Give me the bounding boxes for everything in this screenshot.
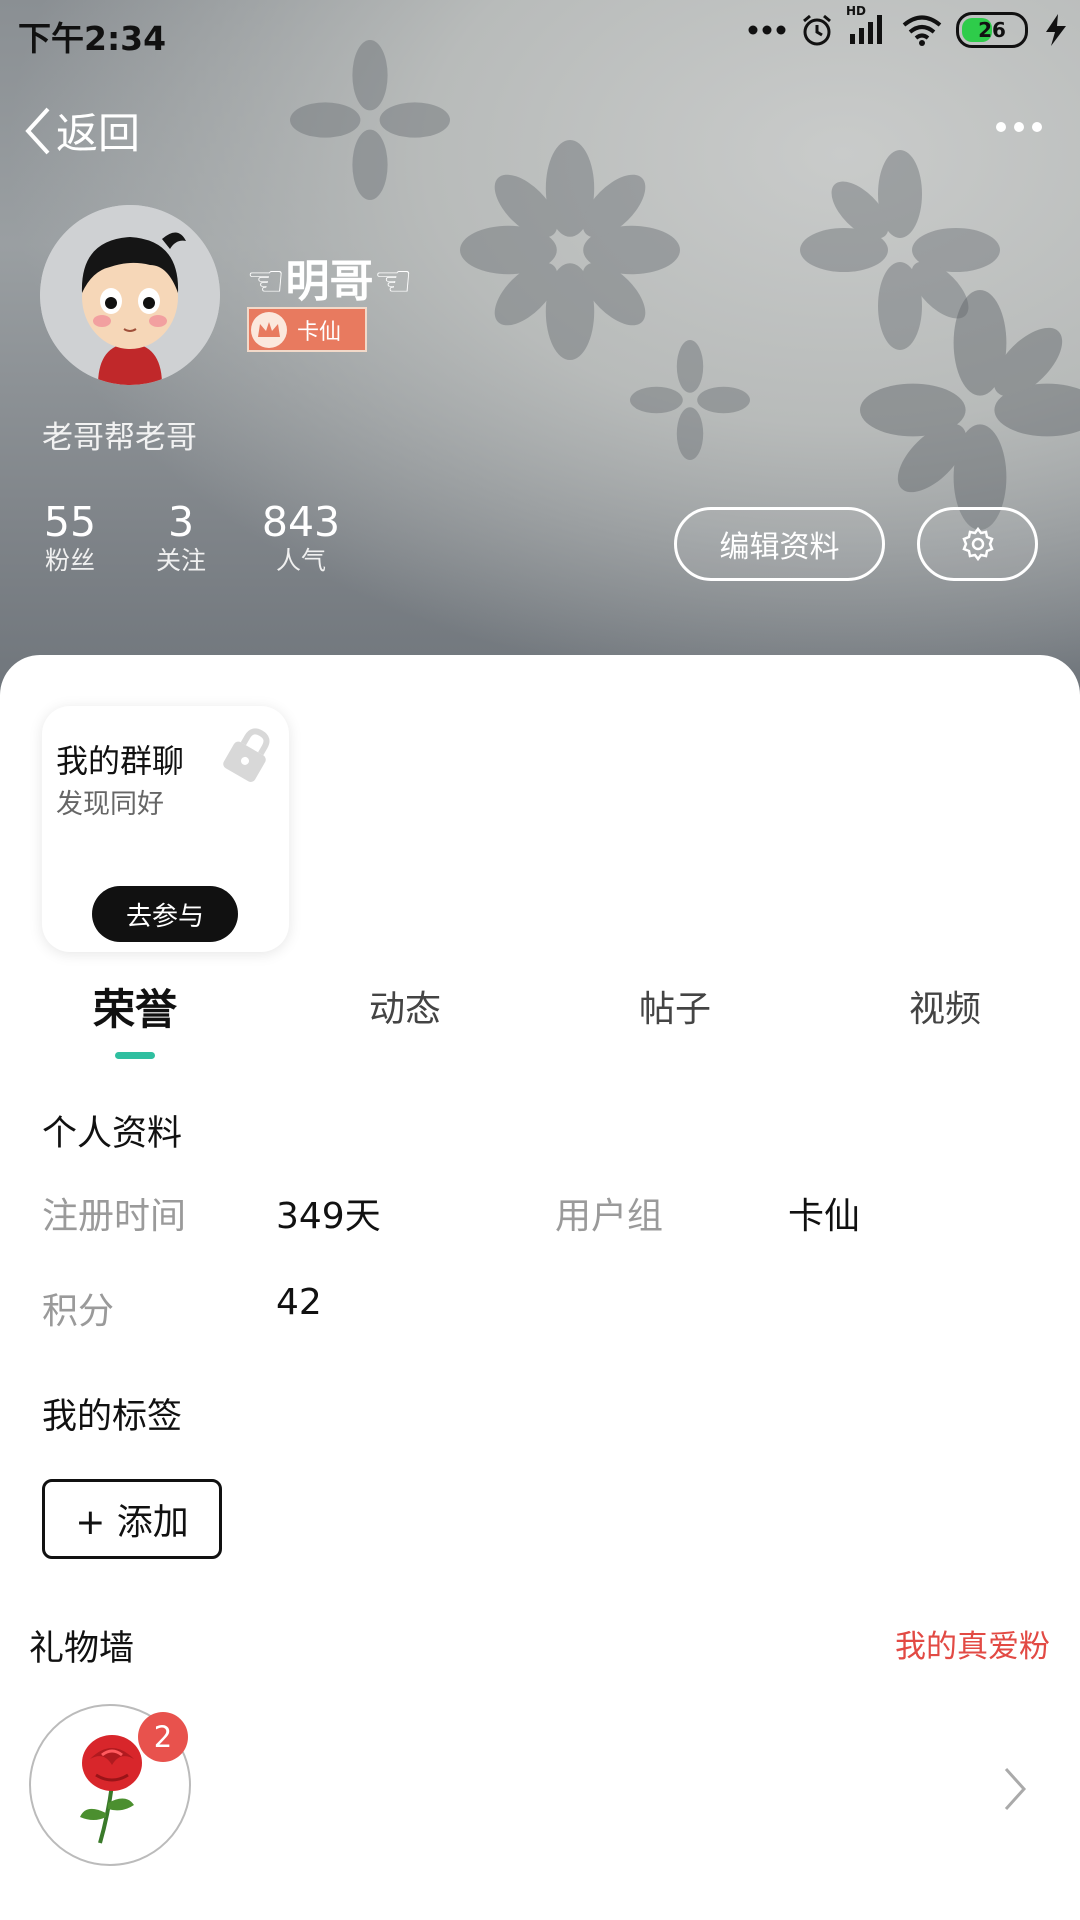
active-tab-indicator	[115, 1052, 155, 1059]
tab-activity[interactable]: 动态	[305, 980, 505, 1032]
info-value: 卡仙	[788, 1196, 861, 1237]
edit-profile-button[interactable]: 编辑资料	[674, 507, 885, 581]
badge-label: 卡仙	[297, 319, 342, 345]
add-tag-button[interactable]: + 添加	[42, 1479, 222, 1559]
battery-level: 26	[978, 18, 1006, 42]
group-card-title: 我的群聊	[56, 742, 185, 780]
wifi-icon	[902, 15, 942, 46]
stat-label: 粉丝	[44, 546, 95, 575]
info-label: 用户组	[555, 1196, 664, 1237]
more-icon[interactable]	[996, 122, 1042, 132]
info-label: 注册时间	[42, 1196, 187, 1237]
bio-text: 老哥帮老哥	[42, 420, 197, 456]
info-value: 42	[276, 1282, 322, 1323]
stat-fans[interactable]: 55 粉丝	[40, 500, 100, 578]
stat-value: 3	[167, 498, 195, 546]
username: ☜明哥☜	[246, 256, 413, 307]
stats-row: 55 粉丝 3 关注 843 人气	[40, 500, 346, 578]
alarm-icon	[803, 14, 831, 46]
stat-following[interactable]: 3 关注	[151, 500, 211, 578]
tab-videos[interactable]: 视频	[845, 980, 1045, 1032]
battery-icon: 26	[956, 12, 1028, 48]
more-dots-icon	[748, 25, 786, 35]
back-button[interactable]: 返回	[24, 100, 140, 161]
group-card-subtitle: 发现同好	[56, 789, 164, 820]
flower-decoration	[460, 140, 680, 360]
crown-icon	[251, 311, 287, 348]
settings-button[interactable]	[917, 507, 1038, 581]
avatar[interactable]	[40, 205, 220, 385]
flower-decoration	[630, 340, 750, 460]
flower-decoration	[860, 290, 1080, 530]
chevron-right-icon[interactable]	[1000, 1765, 1030, 1813]
stat-label: 关注	[155, 546, 206, 575]
true-fans-link[interactable]: 我的真爱粉	[895, 1621, 1050, 1666]
signal-hd-label: HD	[846, 4, 867, 18]
avatar-image	[40, 205, 220, 385]
gift-count-badge: 2	[138, 1712, 188, 1762]
tab-bar: 荣誉 动态 帖子 视频	[0, 980, 1080, 1060]
personal-info-title: 个人资料	[42, 1114, 183, 1154]
back-label: 返回	[56, 109, 141, 158]
tags-title: 我的标签	[42, 1397, 183, 1437]
info-value: 349天	[276, 1196, 381, 1237]
join-group-button[interactable]: 去参与	[92, 886, 238, 942]
user-group-badge: 卡仙	[247, 307, 367, 352]
status-bar: 下午2:34 HD 26	[0, 0, 1080, 66]
chevron-left-icon	[25, 107, 50, 154]
stat-value: 55	[43, 498, 97, 546]
tab-honor[interactable]: 荣誉	[35, 976, 235, 1037]
stat-label: 人气	[275, 546, 326, 575]
lock-icon	[223, 728, 270, 782]
status-time: 下午2:34	[18, 19, 167, 58]
tab-posts[interactable]: 帖子	[575, 980, 775, 1032]
gift-wall-title: 礼物墙	[29, 1629, 135, 1669]
group-chat-card[interactable]: 我的群聊 发现同好 去参与	[42, 706, 289, 952]
charging-icon	[1046, 14, 1066, 46]
stat-popularity[interactable]: 843 人气	[256, 500, 346, 578]
status-icons: HD 26	[748, 4, 1070, 48]
signal-indicator: HD	[846, 4, 888, 48]
stat-value: 843	[261, 498, 341, 546]
gear-icon	[961, 526, 994, 562]
info-label: 积分	[42, 1291, 115, 1332]
